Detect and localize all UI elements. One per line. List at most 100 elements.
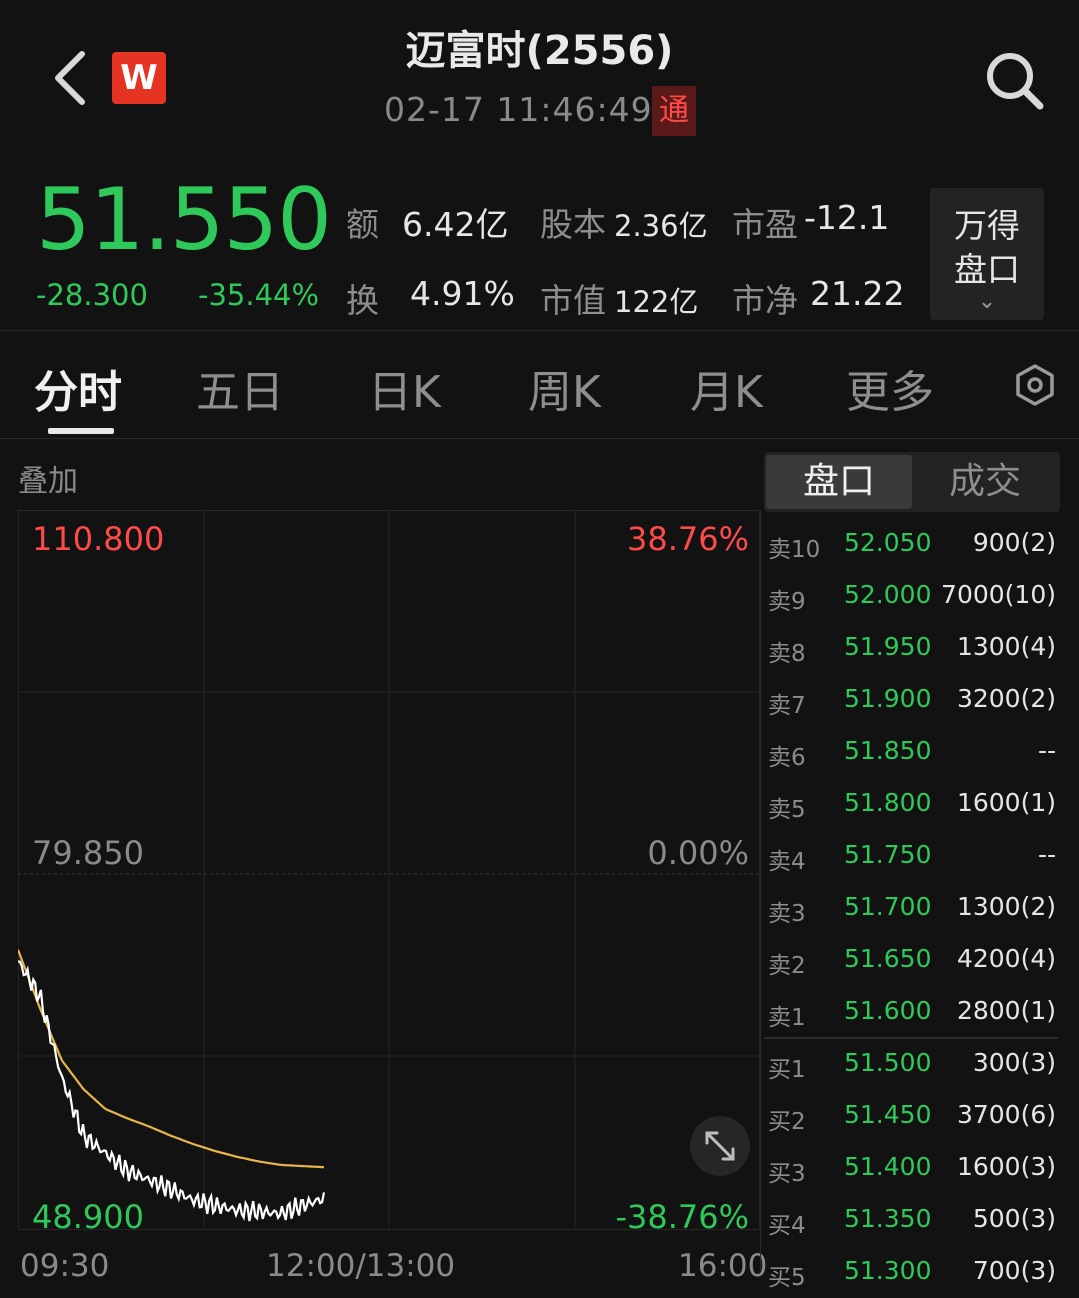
ask-volume: -- (1037, 736, 1056, 765)
ask-volume: 7000(10) (941, 580, 1056, 609)
ask-volume: 1600(1) (956, 788, 1056, 817)
ask-volume: 1300(4) (956, 632, 1056, 661)
bid-level-label: 买3 (768, 1161, 806, 1187)
bid-price: 51.350 (844, 1204, 932, 1233)
ask-level-label: 卖7 (768, 693, 806, 719)
turnover-label: 额 (346, 205, 379, 244)
ask-price: 52.050 (844, 528, 932, 557)
bid-price: 51.400 (844, 1152, 932, 1181)
ask-row: 卖4 51.750 -- (764, 830, 1064, 882)
ask-row: 卖5 51.800 1600(1) (764, 778, 1064, 830)
ask-row: 卖3 51.700 1300(2) (764, 882, 1064, 934)
tab-intraday[interactable]: 分时 (34, 356, 122, 420)
ask-level-label: 卖6 (768, 745, 806, 771)
pe-value: -12.1 (804, 198, 890, 237)
bid-volume: 300(3) (972, 1048, 1056, 1077)
bid-row: 买3 51.400 1600(3) (764, 1142, 1064, 1194)
y-max-label: 110.800 (32, 520, 165, 558)
ask-level-label: 卖4 (768, 849, 806, 875)
price-line (18, 960, 326, 1222)
panel-separator (760, 510, 761, 1270)
y-max-pct-label: 38.76% (626, 520, 749, 558)
bid-row: 买4 51.350 500(3) (764, 1194, 1064, 1246)
divider (0, 330, 1079, 331)
bid-row: 买2 51.450 3700(6) (764, 1090, 1064, 1142)
ask-price: 52.000 (844, 580, 932, 609)
ask-level-label: 卖3 (768, 901, 806, 927)
wande-orderbook-button[interactable]: 万得 盘口 ⌄ (930, 188, 1044, 320)
ask-level-label: 卖2 (768, 953, 806, 979)
bid-row: 买5 51.300 700(3) (764, 1246, 1064, 1298)
ask-price: 51.700 (844, 892, 932, 921)
tab-trades[interactable]: 成交 (912, 455, 1058, 509)
bid-row: 买1 51.500 300(3) (764, 1038, 1064, 1090)
turnover-rate-value: 4.91% (410, 274, 515, 313)
ask-price: 51.750 (844, 840, 932, 869)
price-change: -28.300 (36, 278, 148, 312)
tab-monthly-k[interactable]: 月K (690, 356, 763, 420)
ask-volume: 3200(2) (956, 684, 1056, 713)
ask-row: 卖2 51.650 4200(4) (764, 934, 1064, 986)
y-mid-pct-label: 0.00% (647, 834, 749, 872)
pb-label: 市净 (732, 281, 798, 320)
share-capital-label: 股本 (540, 205, 606, 244)
turnover-rate-label: 换 (346, 281, 379, 320)
expand-icon[interactable] (690, 1116, 750, 1176)
wande-label-2: 盘口 (954, 250, 1020, 289)
ask-row: 卖7 51.900 3200(2) (764, 674, 1064, 726)
wande-label-1: 万得 (954, 206, 1020, 245)
x-end-label: 16:00 (678, 1248, 768, 1284)
tab-weekly-k[interactable]: 周K (528, 356, 601, 420)
ask-row: 卖9 52.000 7000(10) (764, 570, 1064, 622)
average-price-line (18, 949, 325, 1169)
divider (0, 438, 1079, 439)
bid-volume: 500(3) (972, 1204, 1056, 1233)
bid-level-label: 买5 (768, 1265, 806, 1291)
pb-value: 21.22 (810, 274, 905, 313)
bid-level-label: 买1 (768, 1057, 806, 1083)
pe-label: 市盈 (732, 205, 798, 244)
ask-row: 卖6 51.850 -- (764, 726, 1064, 778)
connect-badge: 通 (652, 86, 696, 136)
tab-daily-k[interactable]: 日K (368, 356, 441, 420)
settings-gear-icon[interactable] (1014, 364, 1056, 406)
bid-level-label: 买4 (768, 1213, 806, 1239)
quote-datetime: 02-17 11:46:49 (384, 90, 653, 129)
ask-level-label: 卖5 (768, 797, 806, 823)
ask-row: 卖1 51.600 2800(1) (764, 986, 1064, 1038)
ask-price: 51.650 (844, 944, 932, 973)
tab-orderbook[interactable]: 盘口 (766, 455, 912, 509)
ask-volume: 1300(2) (956, 892, 1056, 921)
ask-row: 卖8 51.950 1300(4) (764, 622, 1064, 674)
bid-volume: 700(3) (972, 1256, 1056, 1285)
tab-five-day[interactable]: 五日 (196, 356, 284, 420)
ask-row: 卖10 52.050 900(2) (764, 518, 1064, 570)
bid-volume: 3700(6) (956, 1100, 1056, 1129)
y-min-label: 48.900 (32, 1198, 144, 1236)
ask-price: 51.850 (844, 736, 932, 765)
price-change-pct: -35.44% (198, 278, 320, 312)
market-cap-label: 市值 (540, 281, 606, 320)
bid-level-label: 买2 (768, 1109, 806, 1135)
last-price: 51.550 (36, 170, 332, 270)
market-cap-value: 122亿 (614, 285, 699, 319)
ask-volume: -- (1037, 840, 1056, 869)
tab-more[interactable]: 更多 (846, 356, 934, 420)
stock-title: 迈富时(2556) (405, 28, 674, 74)
bid-price: 51.500 (844, 1048, 932, 1077)
bid-volume: 1600(3) (956, 1152, 1056, 1181)
ask-price: 51.900 (844, 684, 932, 713)
search-icon[interactable] (982, 48, 1046, 112)
ask-level-label: 卖9 (768, 589, 806, 615)
turnover-value: 6.42亿 (402, 205, 509, 244)
y-mid-label: 79.850 (32, 834, 144, 872)
ask-price: 51.950 (844, 632, 932, 661)
overlay-button[interactable]: 叠加 (18, 456, 78, 500)
y-min-pct-label: -38.76% (615, 1198, 749, 1236)
bid-price: 51.450 (844, 1100, 932, 1129)
ask-level-label: 卖8 (768, 641, 806, 667)
ask-level-label: 卖10 (768, 537, 821, 563)
share-capital-value: 2.36亿 (614, 209, 708, 243)
ask-price: 51.800 (844, 788, 932, 817)
x-start-label: 09:30 (20, 1248, 110, 1284)
